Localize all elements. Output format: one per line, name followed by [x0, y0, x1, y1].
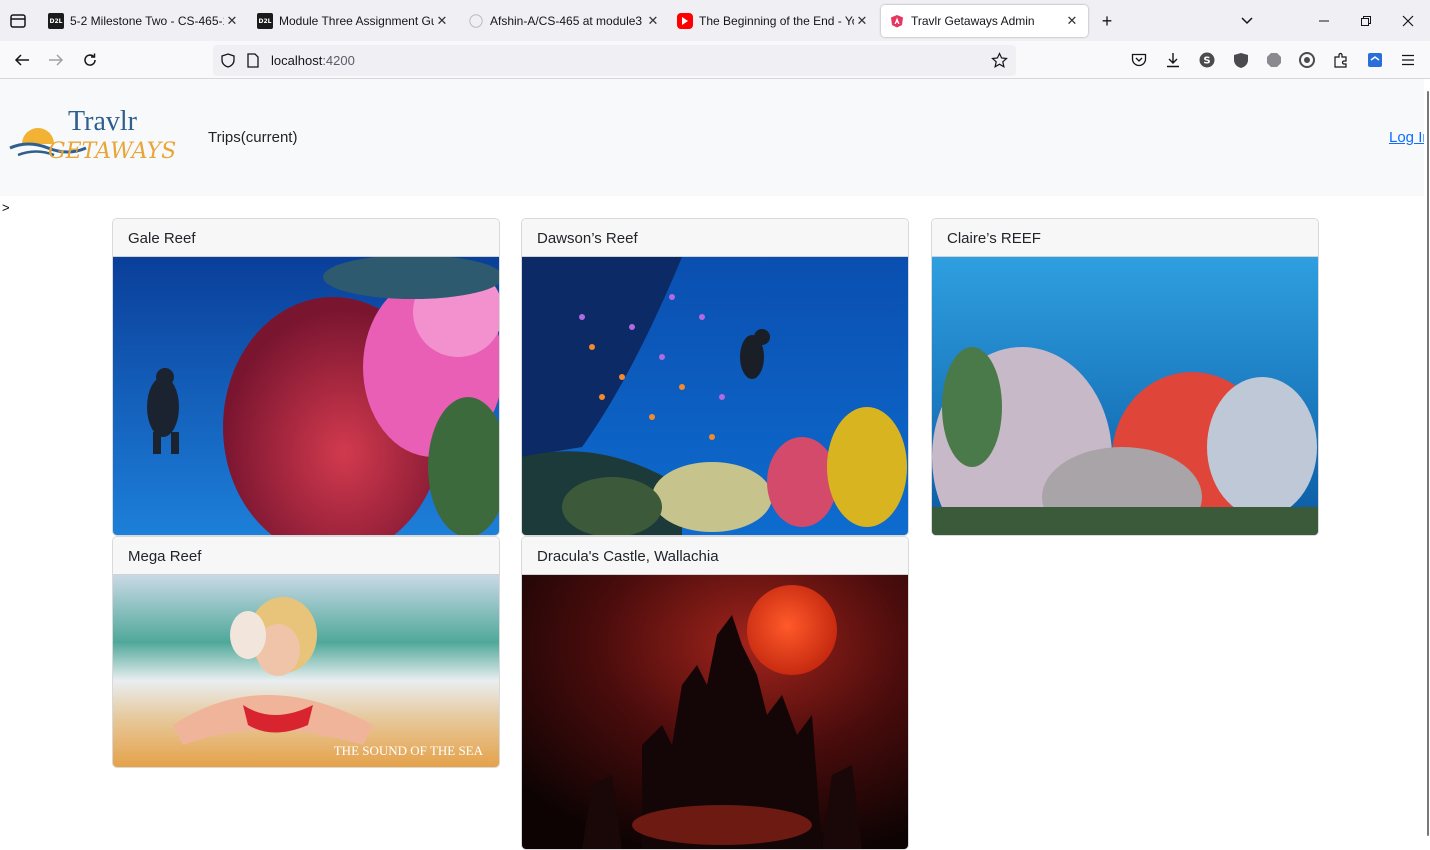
youtube-icon	[677, 13, 693, 29]
extension-blue-icon[interactable]	[1365, 50, 1385, 70]
trip-image[interactable]	[113, 257, 499, 535]
close-tab-icon[interactable]: ✕	[854, 13, 870, 29]
browser-tab[interactable]: The Beginning of the End - You ✕	[677, 5, 870, 37]
angular-icon	[889, 13, 905, 29]
tab-title: 5-2 Milestone Two - CS-465-11	[70, 14, 224, 28]
logo-text-travlr: Travlr	[68, 106, 138, 137]
list-all-tabs-icon[interactable]	[1237, 11, 1257, 31]
browser-tab[interactable]: D2L 5-2 Milestone Two - CS-465-11 ✕	[48, 5, 240, 37]
browser-nav-bar: localhost:4200 S	[0, 41, 1430, 79]
shield-icon[interactable]	[221, 53, 235, 68]
page-content: Travlr GETAWAYS Trips(current) Log In > …	[0, 79, 1430, 850]
trip-card-title: Dracula's Castle, Wallachia	[522, 537, 908, 575]
extensions-puzzle-icon[interactable]	[1331, 50, 1351, 70]
reload-icon[interactable]	[80, 50, 100, 70]
browser-tab-bar: D2L 5-2 Milestone Two - CS-465-11 ✕ D2L …	[0, 0, 1430, 41]
trip-card[interactable]: Mega Reef THE SOUND OF THE SEA	[112, 536, 500, 768]
trip-image[interactable]	[522, 257, 908, 535]
back-icon[interactable]	[12, 50, 32, 70]
browser-tab[interactable]: Afshin-A/CS-465 at module3 ✕	[468, 5, 661, 37]
d2l-icon: D2L	[257, 13, 273, 29]
url-bar[interactable]: localhost:4200	[213, 45, 1016, 76]
bookmark-star-icon[interactable]	[991, 52, 1008, 69]
nav-trips-link[interactable]: Trips(current)	[208, 129, 297, 146]
close-tab-icon[interactable]: ✕	[434, 13, 450, 29]
image-caption: THE SOUND OF THE SEA	[334, 743, 484, 758]
scrollbar-thumb[interactable]	[1427, 91, 1429, 836]
adblock-plus-icon[interactable]	[1264, 50, 1284, 70]
trip-card-title: Claire’s REEF	[932, 219, 1318, 257]
trip-card[interactable]: Claire’s REEF	[931, 218, 1319, 536]
trip-card[interactable]: Gale Reef	[112, 218, 500, 536]
tab-title: Travlr Getaways Admin	[911, 14, 1035, 28]
trip-image[interactable]	[522, 575, 908, 849]
svg-text:S: S	[1203, 56, 1210, 67]
ublock-icon[interactable]	[1231, 50, 1251, 70]
d2l-icon: D2L	[48, 13, 64, 29]
trip-card-title: Dawson’s Reef	[522, 219, 908, 257]
close-tab-icon[interactable]: ✕	[1064, 13, 1080, 29]
extension-circle-icon[interactable]	[1297, 50, 1317, 70]
trip-image[interactable]: THE SOUND OF THE SEA	[113, 575, 499, 767]
stray-text: >	[2, 200, 10, 215]
hamburger-menu-icon[interactable]	[1398, 50, 1418, 70]
close-tab-icon[interactable]: ✕	[645, 13, 661, 29]
url-text[interactable]: localhost:4200	[271, 53, 355, 68]
extension-s-icon[interactable]: S	[1197, 50, 1217, 70]
new-tab-icon[interactable]: +	[1097, 11, 1117, 31]
trip-card[interactable]: Dracula's Castle, Wallachia	[521, 536, 909, 850]
browser-tab[interactable]: D2L Module Three Assignment Guid ✕	[257, 5, 450, 37]
app-header: Travlr GETAWAYS Trips(current) Log In	[0, 79, 1430, 196]
close-window-icon[interactable]	[1398, 11, 1418, 31]
pocket-icon[interactable]	[1129, 50, 1149, 70]
tab-title: The Beginning of the End - You	[699, 14, 854, 28]
tab-title: Module Three Assignment Guid	[279, 14, 434, 28]
forward-icon[interactable]	[46, 50, 66, 70]
page-scrollbar[interactable]	[1424, 79, 1430, 849]
trip-card-title: Mega Reef	[113, 537, 499, 575]
firefox-view-icon[interactable]	[8, 11, 28, 31]
travlr-logo[interactable]: Travlr GETAWAYS	[8, 104, 183, 166]
trip-card[interactable]: Dawson’s Reef	[521, 218, 909, 536]
restore-icon[interactable]	[1356, 11, 1376, 31]
page-icon[interactable]	[247, 53, 259, 68]
downloads-icon[interactable]	[1163, 50, 1183, 70]
close-tab-icon[interactable]: ✕	[224, 13, 240, 29]
trip-image[interactable]	[932, 257, 1318, 535]
browser-tab-active[interactable]: Travlr Getaways Admin ✕	[881, 5, 1088, 37]
trip-card-title: Gale Reef	[113, 219, 499, 257]
github-icon	[468, 13, 484, 29]
minimize-icon[interactable]	[1314, 11, 1334, 31]
tab-title: Afshin-A/CS-465 at module3	[490, 14, 643, 28]
logo-text-getaways: GETAWAYS	[48, 139, 176, 164]
